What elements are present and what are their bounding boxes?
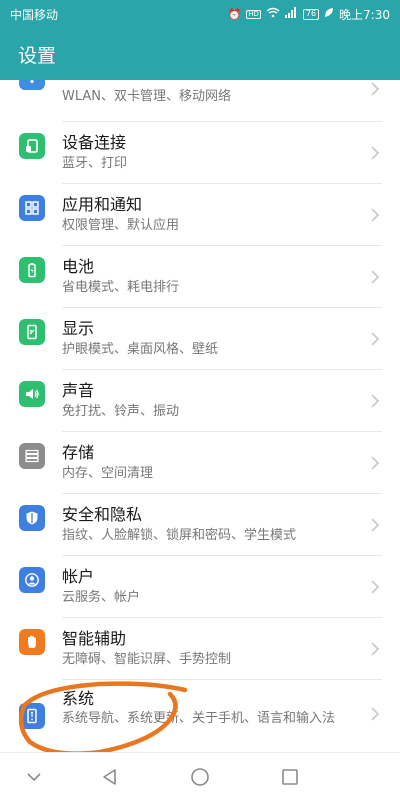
status-bar: 中国移动 ⏰ HD 76 晚上7:30 [0, 0, 400, 28]
battery-level-text: 76 [305, 9, 317, 18]
carrier-label: 中国移动 [10, 7, 59, 22]
wifi-icon [266, 7, 280, 21]
settings-row-title: 电池 [62, 257, 95, 276]
settings-row-account[interactable]: 帐户 云服务、帐户 [0, 556, 400, 618]
settings-row-title: 帐户 [62, 567, 95, 586]
settings-row-title: 安全和隐私 [62, 505, 143, 524]
navigation-bar [0, 752, 400, 800]
settings-row-apps[interactable]: 应用和通知 权限管理、默认应用 [0, 184, 400, 246]
account-icon [19, 567, 45, 593]
chevron-right-icon [371, 82, 380, 96]
back-button[interactable] [96, 763, 124, 791]
settings-row-subtitle: 系统导航、系统更新、关于手机、语言和输入法 [62, 711, 336, 726]
signal-icon [284, 7, 298, 21]
chevron-right-icon [371, 394, 380, 408]
home-button[interactable] [186, 763, 214, 791]
hand-icon [19, 629, 45, 655]
system-icon [19, 703, 45, 729]
settings-screen: 中国移动 ⏰ HD 76 晚上7:30 设置 WLAN、双卡管理、移动网络 设备… [0, 0, 400, 800]
battery-icon [19, 257, 45, 283]
settings-row-subtitle: 蓝牙、打印 [62, 156, 128, 171]
settings-row-device-connection[interactable]: 设备连接 蓝牙、打印 [0, 122, 400, 184]
device-connection-icon [19, 133, 45, 159]
chevron-right-icon [371, 707, 380, 721]
back-triangle-icon [103, 769, 116, 785]
settings-row-subtitle: 省电模式、耗电排行 [62, 280, 180, 295]
home-circle-icon [191, 768, 209, 786]
clock-label: 晚上7:30 [339, 7, 390, 22]
chevron-right-icon [371, 146, 380, 160]
settings-row-subtitle: 免打扰、铃声、振动 [62, 404, 180, 419]
alarm-icon: ⏰ [227, 7, 242, 21]
settings-row-security[interactable]: 安全和隐私 指纹、人脸解锁、锁屏和密码、学生模式 [0, 494, 400, 556]
settings-row-subtitle: WLAN、双卡管理、移动网络 [62, 89, 232, 104]
recents-square-icon [282, 769, 298, 785]
settings-row-subtitle: 护眼模式、桌面风格、壁纸 [62, 342, 219, 357]
settings-row-title: 系统 [62, 689, 95, 708]
recents-button[interactable] [276, 763, 304, 791]
settings-row-battery[interactable]: 电池 省电模式、耗电排行 [0, 246, 400, 308]
app-bar: 设置 [0, 28, 400, 80]
settings-row-subtitle: 无障碍、智能识屏、手势控制 [62, 652, 232, 667]
settings-row-subtitle: 内存、空间清理 [62, 466, 154, 481]
chevron-down-icon [27, 773, 41, 782]
sound-icon [19, 381, 45, 407]
settings-row-title: 智能辅助 [62, 629, 127, 648]
display-icon [19, 319, 45, 345]
storage-icon [19, 443, 45, 469]
settings-row-subtitle: 权限管理、默认应用 [62, 218, 180, 233]
settings-row-subtitle: 云服务、帐户 [62, 590, 141, 605]
hide-nav-button[interactable] [20, 763, 48, 791]
settings-row-smart-assist[interactable]: 智能辅助 无障碍、智能识屏、手势控制 [0, 618, 400, 680]
settings-row-title: 设备连接 [62, 133, 127, 152]
network-icon [19, 80, 45, 90]
settings-row-network[interactable]: WLAN、双卡管理、移动网络 [0, 80, 400, 122]
chevron-right-icon [371, 456, 380, 470]
status-icons: ⏰ HD 76 晚上7:30 [227, 6, 390, 23]
shield-icon [19, 505, 45, 531]
chevron-right-icon [371, 270, 380, 284]
page-title: 设置 [18, 44, 57, 67]
battery-indicator: 76 [302, 8, 320, 20]
settings-list[interactable]: WLAN、双卡管理、移动网络 设备连接 蓝牙、打印 应用和通知 权限管理、默认应… [0, 80, 400, 752]
chevron-right-icon [371, 580, 380, 594]
settings-row-title: 存储 [62, 443, 95, 462]
settings-row-display[interactable]: 显示 护眼模式、桌面风格、壁纸 [0, 308, 400, 370]
leaf-icon [324, 7, 334, 21]
chevron-right-icon [371, 518, 380, 532]
settings-row-storage[interactable]: 存储 内存、空间清理 [0, 432, 400, 494]
settings-row-title: 应用和通知 [62, 195, 143, 214]
settings-row-subtitle: 指纹、人脸解锁、锁屏和密码、学生模式 [62, 528, 297, 543]
settings-row-title: 显示 [62, 319, 95, 338]
settings-row-sound[interactable]: 声音 免打扰、铃声、振动 [0, 370, 400, 432]
apps-icon [19, 195, 45, 221]
chevron-right-icon [371, 332, 380, 346]
settings-row-system[interactable]: 系统 系统导航、系统更新、关于手机、语言和输入法 [0, 680, 400, 752]
chevron-right-icon [371, 208, 380, 222]
hd-icon: HD [246, 9, 261, 19]
settings-row-title: 声音 [62, 381, 95, 400]
chevron-right-icon [371, 642, 380, 656]
